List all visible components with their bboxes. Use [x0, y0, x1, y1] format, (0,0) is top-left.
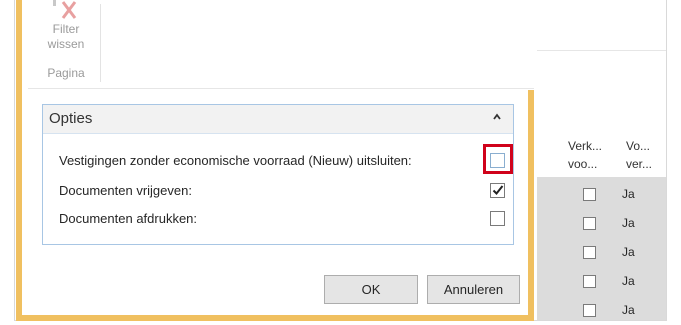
row-value: Ja: [622, 216, 635, 230]
row-checkbox[interactable]: [583, 217, 596, 230]
option-row-release-documents: Documenten vrijgeven:: [43, 180, 513, 202]
table-row[interactable]: Ja: [537, 180, 666, 209]
cancel-button[interactable]: Annuleren: [427, 275, 520, 304]
row-value: Ja: [622, 245, 635, 259]
option-label: Documenten vrijgeven:: [59, 183, 192, 198]
ribbon-separator: [100, 4, 101, 82]
filter-clear-icon: [53, 0, 77, 19]
column-header-line: ver...: [626, 157, 653, 171]
option-row-print-documents: Documenten afdrukken:: [43, 208, 513, 230]
grid-column-header[interactable]: Vo... ver...: [626, 137, 652, 177]
table-row[interactable]: Ja: [537, 238, 666, 267]
print-documents-checkbox[interactable]: [490, 211, 505, 226]
filter-button-label: Filter: [52, 22, 80, 36]
ok-button[interactable]: OK: [324, 275, 418, 304]
row-value: Ja: [622, 303, 635, 317]
column-header-line: Vo...: [626, 139, 651, 153]
table-row[interactable]: Ja: [537, 296, 666, 325]
option-row-exclude-locations: Vestigingen zonder economische voorraad …: [43, 144, 513, 174]
options-dialog: Filter wissen Pagina Opties Vestigingen …: [16, 0, 534, 321]
grid-column-header[interactable]: Verk... voo...: [568, 137, 602, 177]
background-ribbon-divider: [537, 50, 666, 51]
ribbon-divider: [28, 88, 534, 89]
options-panel-header[interactable]: Opties: [43, 105, 513, 134]
table-row[interactable]: Ja: [537, 267, 666, 296]
row-value: Ja: [622, 187, 635, 201]
option-label: Documenten afdrukken:: [59, 211, 198, 226]
row-checkbox[interactable]: [583, 246, 596, 259]
column-header-line: voo...: [568, 157, 598, 171]
chevron-up-icon[interactable]: [491, 111, 503, 123]
option-label: Vestigingen zonder economische voorraad …: [59, 153, 412, 168]
options-panel: Opties Vestigingen zonder economische vo…: [42, 104, 514, 245]
table-row[interactable]: Ja: [537, 209, 666, 238]
column-header-line: Verk...: [568, 139, 603, 153]
highlight-box: [483, 144, 513, 174]
options-panel-title: Opties: [49, 110, 93, 127]
release-documents-checkbox[interactable]: [490, 183, 505, 198]
checkmark-icon: [492, 185, 504, 195]
clear-filter-button[interactable]: Filter wissen: [38, 0, 94, 60]
row-value: Ja: [622, 274, 635, 288]
dialog-ribbon: Filter wissen Pagina: [28, 0, 534, 90]
row-checkbox[interactable]: [583, 304, 596, 317]
ribbon-group-label: Pagina: [47, 66, 85, 80]
filter-button-label: wissen: [47, 37, 85, 51]
row-checkbox[interactable]: [583, 188, 596, 201]
row-checkbox[interactable]: [583, 275, 596, 288]
